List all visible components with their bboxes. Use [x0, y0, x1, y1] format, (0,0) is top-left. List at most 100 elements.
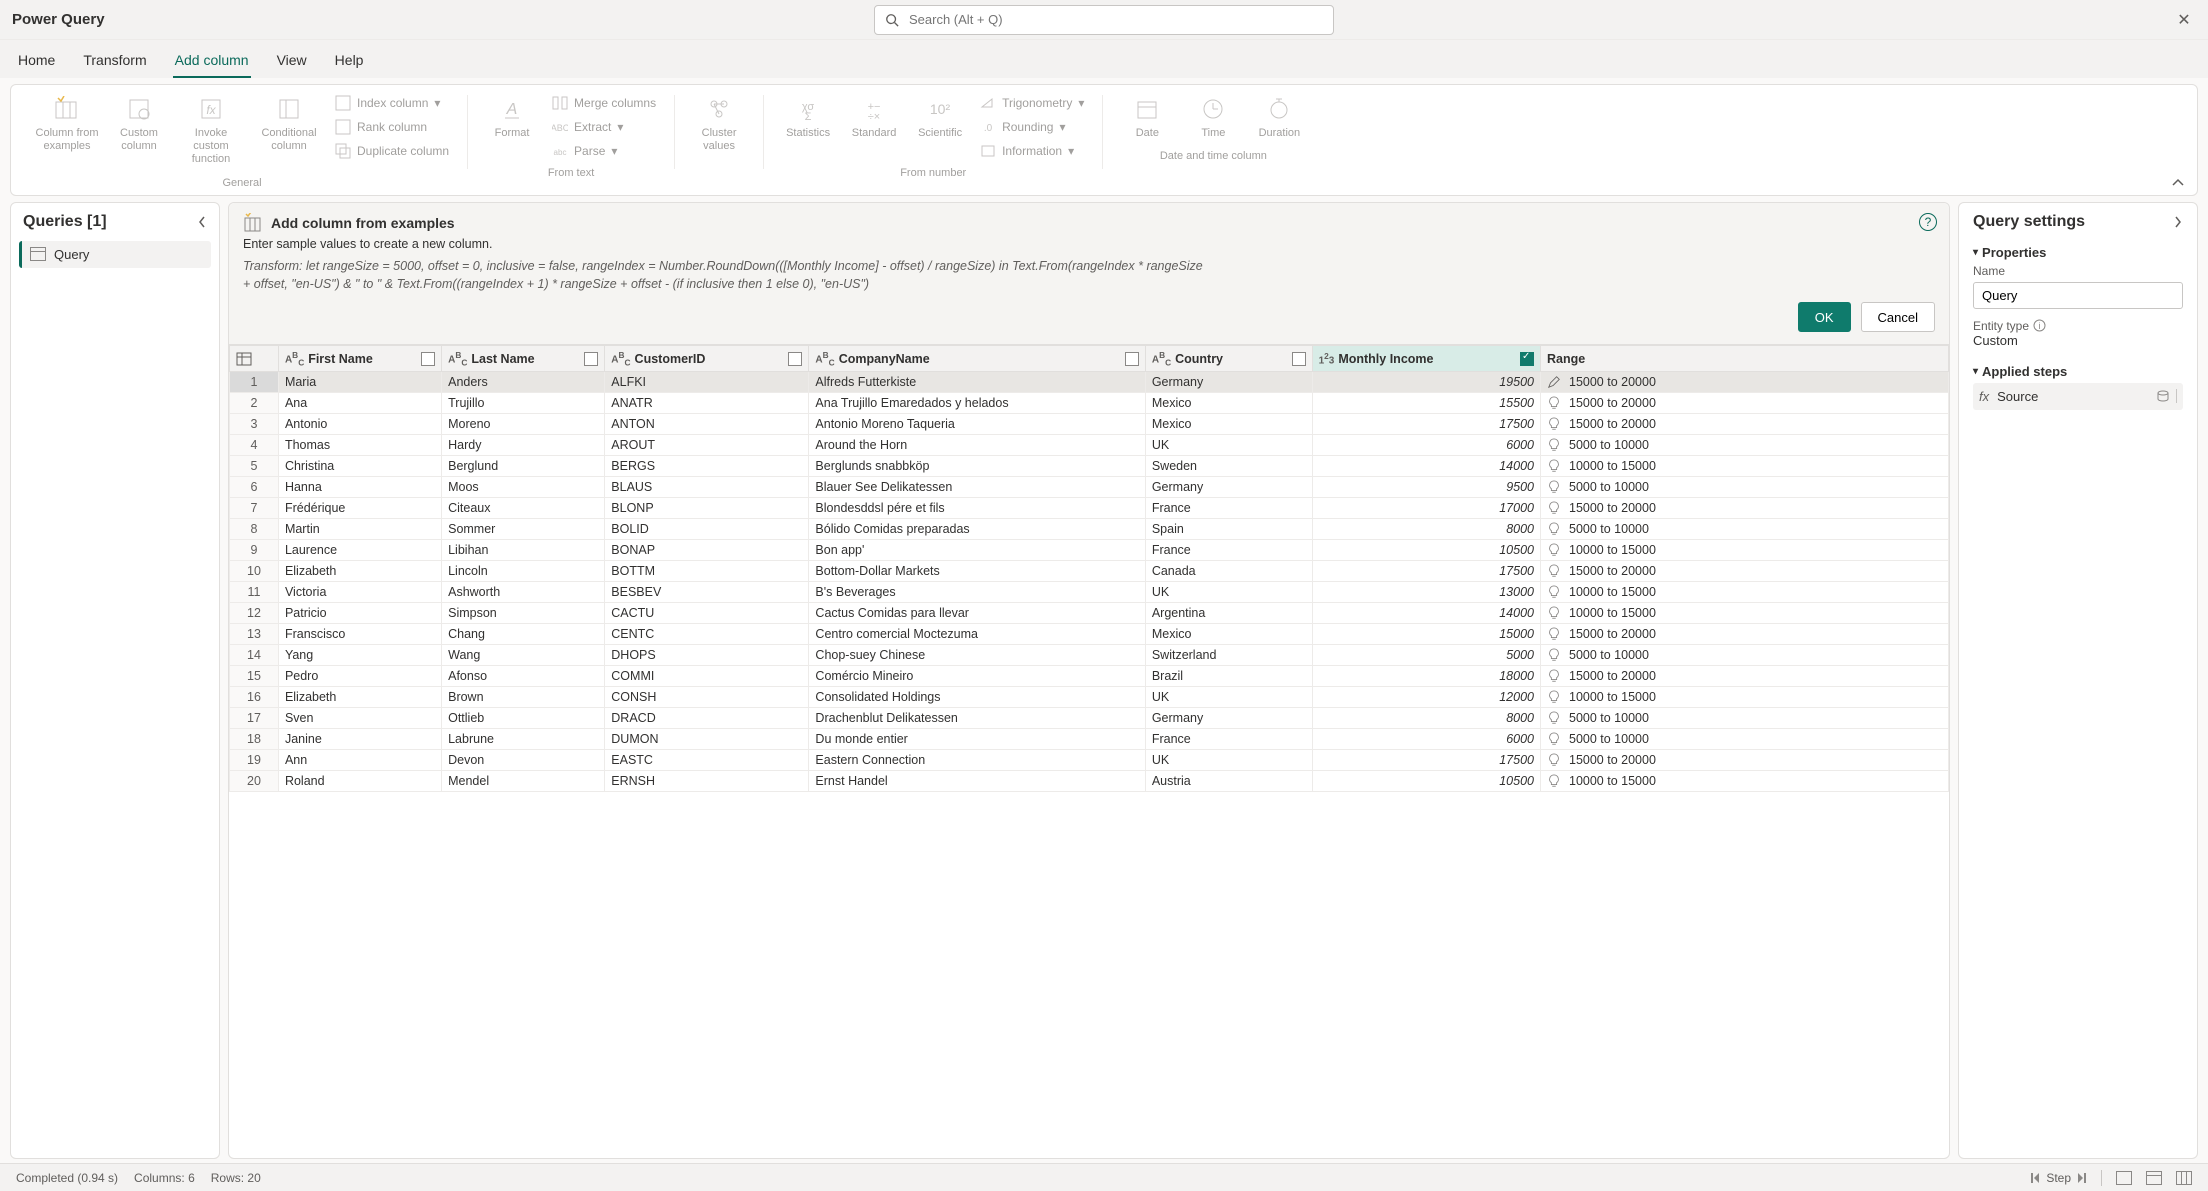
- cell-first-name[interactable]: Elizabeth: [278, 687, 441, 708]
- select-table-header[interactable]: [230, 346, 279, 372]
- cell-customer-id[interactable]: CONSH: [605, 687, 809, 708]
- cell-company[interactable]: Around the Horn: [809, 435, 1145, 456]
- cell-first-name[interactable]: Sven: [278, 708, 441, 729]
- cell-range[interactable]: 10000 to 15000: [1541, 540, 1949, 561]
- cell-last-name[interactable]: Wang: [442, 645, 605, 666]
- cell-range[interactable]: 5000 to 10000: [1541, 435, 1949, 456]
- col-company-name[interactable]: ABCCompanyName: [809, 346, 1145, 372]
- tab-help[interactable]: Help: [333, 46, 366, 78]
- table-row[interactable]: 18JanineLabruneDUMONDu monde entierFranc…: [230, 729, 1949, 750]
- cell-company[interactable]: Blauer See Delikatessen: [809, 477, 1145, 498]
- time-button[interactable]: Time: [1183, 91, 1243, 144]
- cell-country[interactable]: Mexico: [1145, 414, 1312, 435]
- cell-first-name[interactable]: Ana: [278, 393, 441, 414]
- column-toggle[interactable]: [1292, 352, 1306, 366]
- row-number[interactable]: 6: [230, 477, 279, 498]
- cell-last-name[interactable]: Sommer: [442, 519, 605, 540]
- view-grid-icon[interactable]: [2116, 1171, 2132, 1185]
- cell-last-name[interactable]: Simpson: [442, 603, 605, 624]
- row-number[interactable]: 14: [230, 645, 279, 666]
- column-toggle[interactable]: [1520, 352, 1534, 366]
- cell-company[interactable]: Blondesddsl pére et fils: [809, 498, 1145, 519]
- cell-country[interactable]: Argentina: [1145, 603, 1312, 624]
- cell-company[interactable]: Comércio Mineiro: [809, 666, 1145, 687]
- cell-income[interactable]: 17500: [1312, 750, 1540, 771]
- row-number[interactable]: 15: [230, 666, 279, 687]
- cell-income[interactable]: 10500: [1312, 771, 1540, 792]
- table-row[interactable]: 6HannaMoosBLAUSBlauer See DelikatessenGe…: [230, 477, 1949, 498]
- cell-customer-id[interactable]: CENTC: [605, 624, 809, 645]
- column-toggle[interactable]: [421, 352, 435, 366]
- cell-range[interactable]: 10000 to 15000: [1541, 582, 1949, 603]
- cell-income[interactable]: 12000: [1312, 687, 1540, 708]
- cell-country[interactable]: Spain: [1145, 519, 1312, 540]
- applied-steps-section[interactable]: ▾Applied steps: [1973, 364, 2183, 379]
- cell-last-name[interactable]: Anders: [442, 372, 605, 393]
- cell-first-name[interactable]: Laurence: [278, 540, 441, 561]
- cell-customer-id[interactable]: AROUT: [605, 435, 809, 456]
- cell-last-name[interactable]: Devon: [442, 750, 605, 771]
- cell-range[interactable]: 15000 to 20000: [1541, 414, 1949, 435]
- custom-column-button[interactable]: Custom column: [109, 91, 169, 157]
- table-row[interactable]: 19AnnDevonEASTCEastern ConnectionUK17500…: [230, 750, 1949, 771]
- duration-button[interactable]: Duration: [1249, 91, 1309, 144]
- cell-last-name[interactable]: Afonso: [442, 666, 605, 687]
- merge-columns-button[interactable]: Merge columns: [548, 93, 660, 113]
- tab-home[interactable]: Home: [16, 46, 57, 78]
- cell-company[interactable]: Bottom-Dollar Markets: [809, 561, 1145, 582]
- cell-customer-id[interactable]: BOTTM: [605, 561, 809, 582]
- cell-customer-id[interactable]: ERNSH: [605, 771, 809, 792]
- row-number[interactable]: 7: [230, 498, 279, 519]
- cell-first-name[interactable]: Ann: [278, 750, 441, 771]
- cell-income[interactable]: 10500: [1312, 540, 1540, 561]
- cell-last-name[interactable]: Trujillo: [442, 393, 605, 414]
- cell-last-name[interactable]: Ottlieb: [442, 708, 605, 729]
- cell-last-name[interactable]: Chang: [442, 624, 605, 645]
- cell-range[interactable]: 15000 to 20000: [1541, 372, 1949, 393]
- cell-customer-id[interactable]: ALFKI: [605, 372, 809, 393]
- index-column-button[interactable]: Index column▾: [331, 93, 453, 113]
- cell-customer-id[interactable]: ANTON: [605, 414, 809, 435]
- cell-first-name[interactable]: Frédérique: [278, 498, 441, 519]
- cell-income[interactable]: 6000: [1312, 435, 1540, 456]
- column-toggle[interactable]: [584, 352, 598, 366]
- col-country[interactable]: ABCCountry: [1145, 346, 1312, 372]
- row-number[interactable]: 5: [230, 456, 279, 477]
- help-icon[interactable]: ?: [1919, 213, 1937, 231]
- cell-company[interactable]: Drachenblut Delikatessen: [809, 708, 1145, 729]
- cell-range[interactable]: 10000 to 15000: [1541, 456, 1949, 477]
- rounding-button[interactable]: .0Rounding▾: [976, 117, 1088, 137]
- trigonometry-button[interactable]: Trigonometry▾: [976, 93, 1088, 113]
- cell-range[interactable]: 10000 to 15000: [1541, 771, 1949, 792]
- row-number[interactable]: 10: [230, 561, 279, 582]
- row-number[interactable]: 20: [230, 771, 279, 792]
- cell-last-name[interactable]: Hardy: [442, 435, 605, 456]
- cell-range[interactable]: 15000 to 20000: [1541, 393, 1949, 414]
- conditional-column-button[interactable]: Conditional column: [253, 91, 325, 157]
- col-first-name[interactable]: ABCFirst Name: [278, 346, 441, 372]
- cell-customer-id[interactable]: EASTC: [605, 750, 809, 771]
- cell-customer-id[interactable]: BOLID: [605, 519, 809, 540]
- cell-last-name[interactable]: Citeaux: [442, 498, 605, 519]
- table-row[interactable]: 15PedroAfonsoCOMMIComércio MineiroBrazil…: [230, 666, 1949, 687]
- table-row[interactable]: 9LaurenceLibihanBONAPBon app'France10500…: [230, 540, 1949, 561]
- col-last-name[interactable]: ABCLast Name: [442, 346, 605, 372]
- cell-first-name[interactable]: Martin: [278, 519, 441, 540]
- close-button[interactable]: ✕: [2172, 10, 2196, 30]
- cell-company[interactable]: Eastern Connection: [809, 750, 1145, 771]
- row-number[interactable]: 16: [230, 687, 279, 708]
- cell-income[interactable]: 19500: [1312, 372, 1540, 393]
- cell-country[interactable]: Mexico: [1145, 624, 1312, 645]
- cell-range[interactable]: 10000 to 15000: [1541, 603, 1949, 624]
- row-number[interactable]: 3: [230, 414, 279, 435]
- cell-range[interactable]: 15000 to 20000: [1541, 498, 1949, 519]
- cell-first-name[interactable]: Thomas: [278, 435, 441, 456]
- cell-country[interactable]: Canada: [1145, 561, 1312, 582]
- cell-last-name[interactable]: Lincoln: [442, 561, 605, 582]
- cell-country[interactable]: UK: [1145, 435, 1312, 456]
- cell-country[interactable]: Sweden: [1145, 456, 1312, 477]
- cell-range[interactable]: 5000 to 10000: [1541, 645, 1949, 666]
- cell-country[interactable]: France: [1145, 540, 1312, 561]
- column-toggle[interactable]: [1125, 352, 1139, 366]
- cell-customer-id[interactable]: DRACD: [605, 708, 809, 729]
